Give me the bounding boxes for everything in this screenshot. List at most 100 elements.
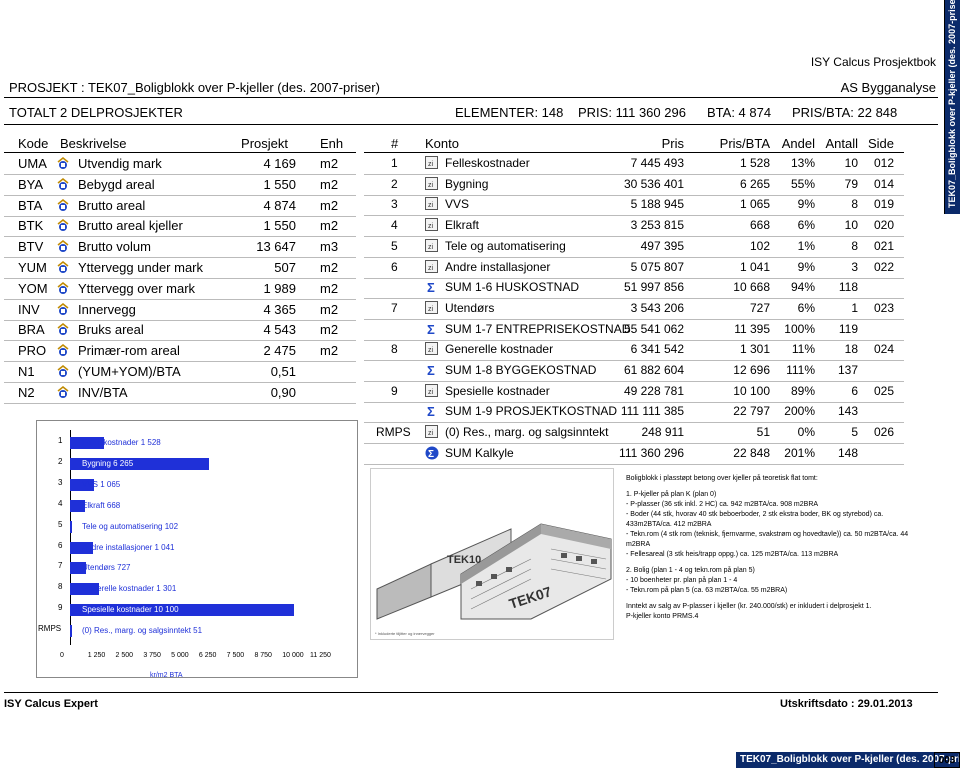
row-divider	[364, 256, 904, 258]
svg-text:Σ: Σ	[427, 404, 435, 418]
header-kode: Kode	[18, 136, 49, 151]
konto-name[interactable]: VVS	[445, 197, 469, 211]
konto-andel: 9%	[797, 259, 815, 274]
konto-side: 014	[873, 176, 894, 191]
row-divider	[364, 381, 904, 382]
konto-pris-bta: 102	[749, 238, 770, 253]
konto-nr: 5	[391, 238, 398, 253]
row-beskrivelse: Brutto areal	[78, 197, 146, 213]
row-divider	[4, 361, 356, 363]
svg-text:zi: zi	[428, 244, 434, 251]
account-icon: zi	[425, 197, 438, 211]
row-divider	[4, 236, 356, 238]
konto-nr: 7	[391, 300, 398, 315]
account-icon: zi	[425, 176, 438, 190]
chart-bar-label: Elkraft 668	[82, 500, 121, 510]
row-prosjekt: 507	[274, 260, 296, 275]
building-icon	[56, 260, 69, 273]
row-prosjekt: 13 647	[256, 239, 296, 255]
konto-pris-bta: 1 528	[739, 156, 770, 170]
row-divider	[4, 402, 356, 404]
account-icon: zi	[425, 259, 438, 273]
header-prosjekt: Prosjekt	[241, 136, 288, 151]
konto-antall: 10	[844, 156, 858, 170]
note-line: - Tekn.rom (4 stk rom (teknisk, fjernvar…	[626, 531, 909, 548]
konto-andel: 11%	[791, 342, 815, 357]
chart-bar-label: Utendørs 727	[82, 563, 131, 573]
row-enh: m2	[320, 197, 339, 213]
notes-title: Boligblokk i plasstøpt betong over kjell…	[626, 475, 818, 482]
row-enh: m3	[320, 239, 339, 255]
row-enh: m2	[320, 343, 339, 359]
header-pris-bta: Pris/BTA	[719, 136, 770, 151]
sum-icon: Σ	[425, 363, 438, 377]
konto-antall: 137	[837, 363, 858, 377]
chart-x-tick: 7 500	[226, 652, 245, 659]
konto-name[interactable]: SUM 1-8 BYGGEKOSTNAD	[445, 363, 596, 377]
konto-andel: 6%	[797, 300, 815, 315]
row-divider	[4, 340, 356, 342]
row-kode: N2	[18, 384, 35, 400]
konto-name[interactable]: Felleskostnader	[445, 156, 530, 170]
konto-name[interactable]: Tele og automatisering	[445, 239, 566, 253]
konto-name[interactable]: Elkraft	[445, 218, 479, 232]
konto-pris: 7 445 493	[630, 156, 684, 170]
row-divider	[364, 194, 904, 196]
row-divider	[364, 318, 904, 320]
konto-name[interactable]: Andre installasjoner	[445, 260, 550, 274]
building-icon	[56, 343, 69, 357]
row-beskrivelse: Innervegg	[78, 301, 136, 317]
row-divider	[364, 339, 904, 341]
row-divider	[4, 278, 356, 279]
konto-pris-bta: 668	[749, 218, 770, 233]
konto-pris: 6 341 542	[630, 342, 684, 357]
row-divider	[364, 277, 904, 279]
konto-pris-bta: 1 041	[739, 259, 770, 274]
building-icon	[56, 218, 69, 232]
konto-pris-bta: 22 848	[733, 445, 770, 460]
konto-name[interactable]: SUM Kalkyle	[445, 446, 514, 460]
row-beskrivelse: INV/BTA	[78, 384, 128, 400]
row-enh: m2	[320, 156, 339, 171]
row-prosjekt: 1 550	[263, 176, 296, 192]
chart-x-tick: 8 750	[254, 652, 272, 659]
konto-name[interactable]: (0) Res., marg. og salgsinntekt	[445, 425, 608, 439]
konto-pris: 111 111 385	[620, 404, 684, 419]
konto-name[interactable]: Generelle kostnader	[445, 342, 553, 356]
konto-nr: RMPS	[376, 425, 411, 440]
row-divider	[364, 443, 904, 445]
chart-category-label: 5	[58, 519, 63, 529]
svg-text:Σ: Σ	[427, 363, 435, 377]
konto-andel: 6%	[797, 218, 815, 233]
konto-side: 021	[873, 238, 894, 253]
building-icon	[56, 239, 69, 253]
chart-bar-label: (0) Res., marg. og salgsinntekt 51	[82, 626, 203, 636]
konto-nr: 1	[391, 156, 398, 170]
konto-pris: 5 075 807	[630, 259, 684, 274]
building-icon	[56, 322, 69, 336]
konto-name[interactable]: Spesielle kostnader	[445, 384, 550, 398]
chart-category-label: 9	[58, 603, 63, 613]
svg-text:zi: zi	[428, 389, 434, 396]
building-icon	[56, 302, 69, 315]
row-kode: YUM	[18, 260, 47, 275]
konto-name[interactable]: Utendørs	[445, 301, 494, 315]
sum-icon: Σ	[425, 404, 438, 418]
konto-andel: 111%	[786, 363, 815, 377]
row-divider	[4, 194, 356, 196]
konto-andel: 94%	[790, 280, 815, 295]
konto-name[interactable]: Bygning	[445, 177, 488, 191]
chart-category-label: 3	[58, 477, 63, 487]
konto-pris: 3 253 815	[630, 218, 684, 233]
konto-side: 020	[873, 218, 894, 233]
sum-icon: Σ	[425, 322, 438, 336]
konto-antall: 6	[851, 383, 858, 398]
konto-side: 026	[873, 425, 894, 440]
konto-pris: 111 360 296	[619, 445, 684, 460]
svg-text:zi: zi	[428, 265, 434, 272]
building-icon	[56, 177, 69, 190]
chart-bar-label: Generelle kostnader 1 301	[82, 584, 177, 594]
konto-name[interactable]: SUM 1-9 PROSJEKTKOSTNAD	[445, 404, 617, 418]
konto-name[interactable]: SUM 1-6 HUSKOSTNAD	[445, 280, 579, 294]
header-side: Side	[867, 136, 894, 151]
